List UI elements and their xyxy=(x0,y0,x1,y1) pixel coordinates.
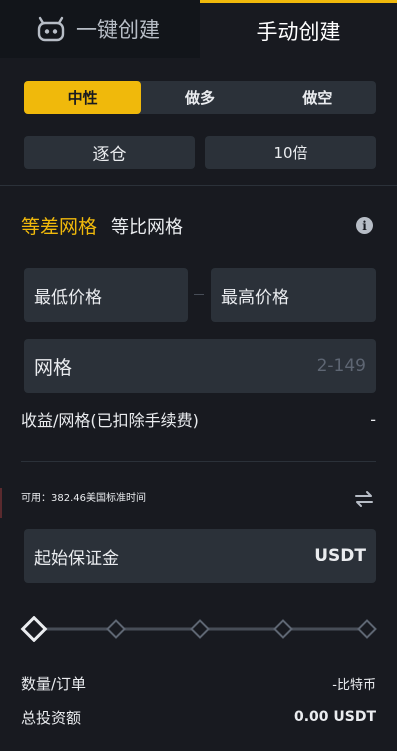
grid-count-input[interactable]: 网格 2-149 xyxy=(24,339,376,393)
side-marker xyxy=(0,488,2,518)
profit-per-grid-value: - xyxy=(370,409,376,429)
swap-icon[interactable] xyxy=(354,490,374,508)
slider-handle[interactable] xyxy=(20,616,48,642)
qty-per-order-row: 数量/订单 -比特币 xyxy=(21,672,376,694)
slider-tick[interactable] xyxy=(357,619,377,639)
margin-mode-row: 逐仓 10倍 xyxy=(24,136,376,169)
grid-count-range-hint: 2-149 xyxy=(316,356,366,376)
qty-per-order-label: 数量/订单 xyxy=(21,674,87,693)
available-balance: 可用：382.46美国标准时间 xyxy=(21,493,146,504)
total-investment-row: 总投资额 0.00 USDT xyxy=(21,706,376,728)
create-mode-tabs: 一键创建 手动创建 xyxy=(0,0,397,58)
grid-type-selector: 等差网格 等比网格 xyxy=(21,212,183,239)
grid-type-geometric[interactable]: 等比网格 xyxy=(111,213,183,239)
low-price-input[interactable]: 最低价格 xyxy=(24,268,188,322)
tab-one-click-create-label: 一键创建 xyxy=(76,18,160,42)
high-price-placeholder: 最高价格 xyxy=(221,287,289,308)
slider-tick[interactable] xyxy=(190,619,210,639)
section-divider xyxy=(21,461,376,462)
direction-short-button[interactable]: 做空 xyxy=(259,81,376,114)
profit-per-grid-row: 收益/网格(已扣除手续费) - xyxy=(21,408,376,431)
initial-margin-label: 起始保证金 xyxy=(34,548,119,569)
robot-icon xyxy=(37,16,65,42)
total-investment-label: 总投资额 xyxy=(21,708,82,727)
grid-type-arithmetic[interactable]: 等差网格 xyxy=(21,212,97,239)
tab-manual-create-label: 手动创建 xyxy=(256,19,341,44)
slider-tick[interactable] xyxy=(273,619,293,639)
direction-selector: 中性 做多 做空 xyxy=(24,81,376,114)
direction-neutral-button[interactable]: 中性 xyxy=(24,81,142,114)
tab-one-click-create[interactable]: 一键创建 xyxy=(0,0,200,58)
margin-slider[interactable] xyxy=(20,616,378,642)
direction-long-button[interactable]: 做多 xyxy=(141,81,258,114)
info-icon[interactable]: i xyxy=(356,217,373,234)
initial-margin-unit: USDT xyxy=(314,546,366,566)
section-divider xyxy=(0,185,397,186)
isolated-margin-button[interactable]: 逐仓 xyxy=(24,136,195,169)
grid-count-label: 网格 xyxy=(34,356,73,379)
total-investment-value: 0.00 USDT xyxy=(293,709,376,725)
tab-manual-create[interactable]: 手动创建 xyxy=(200,0,397,58)
qty-per-order-value: -比特币 xyxy=(332,677,376,693)
low-price-placeholder: 最低价格 xyxy=(34,287,102,308)
price-range-separator xyxy=(194,294,204,295)
profit-per-grid-label: 收益/网格(已扣除手续费) xyxy=(21,411,199,430)
slider-tick[interactable] xyxy=(106,619,126,639)
initial-margin-input[interactable]: 起始保证金 USDT xyxy=(24,529,376,583)
high-price-input[interactable]: 最高价格 xyxy=(211,268,376,322)
leverage-button[interactable]: 10倍 xyxy=(205,136,376,169)
